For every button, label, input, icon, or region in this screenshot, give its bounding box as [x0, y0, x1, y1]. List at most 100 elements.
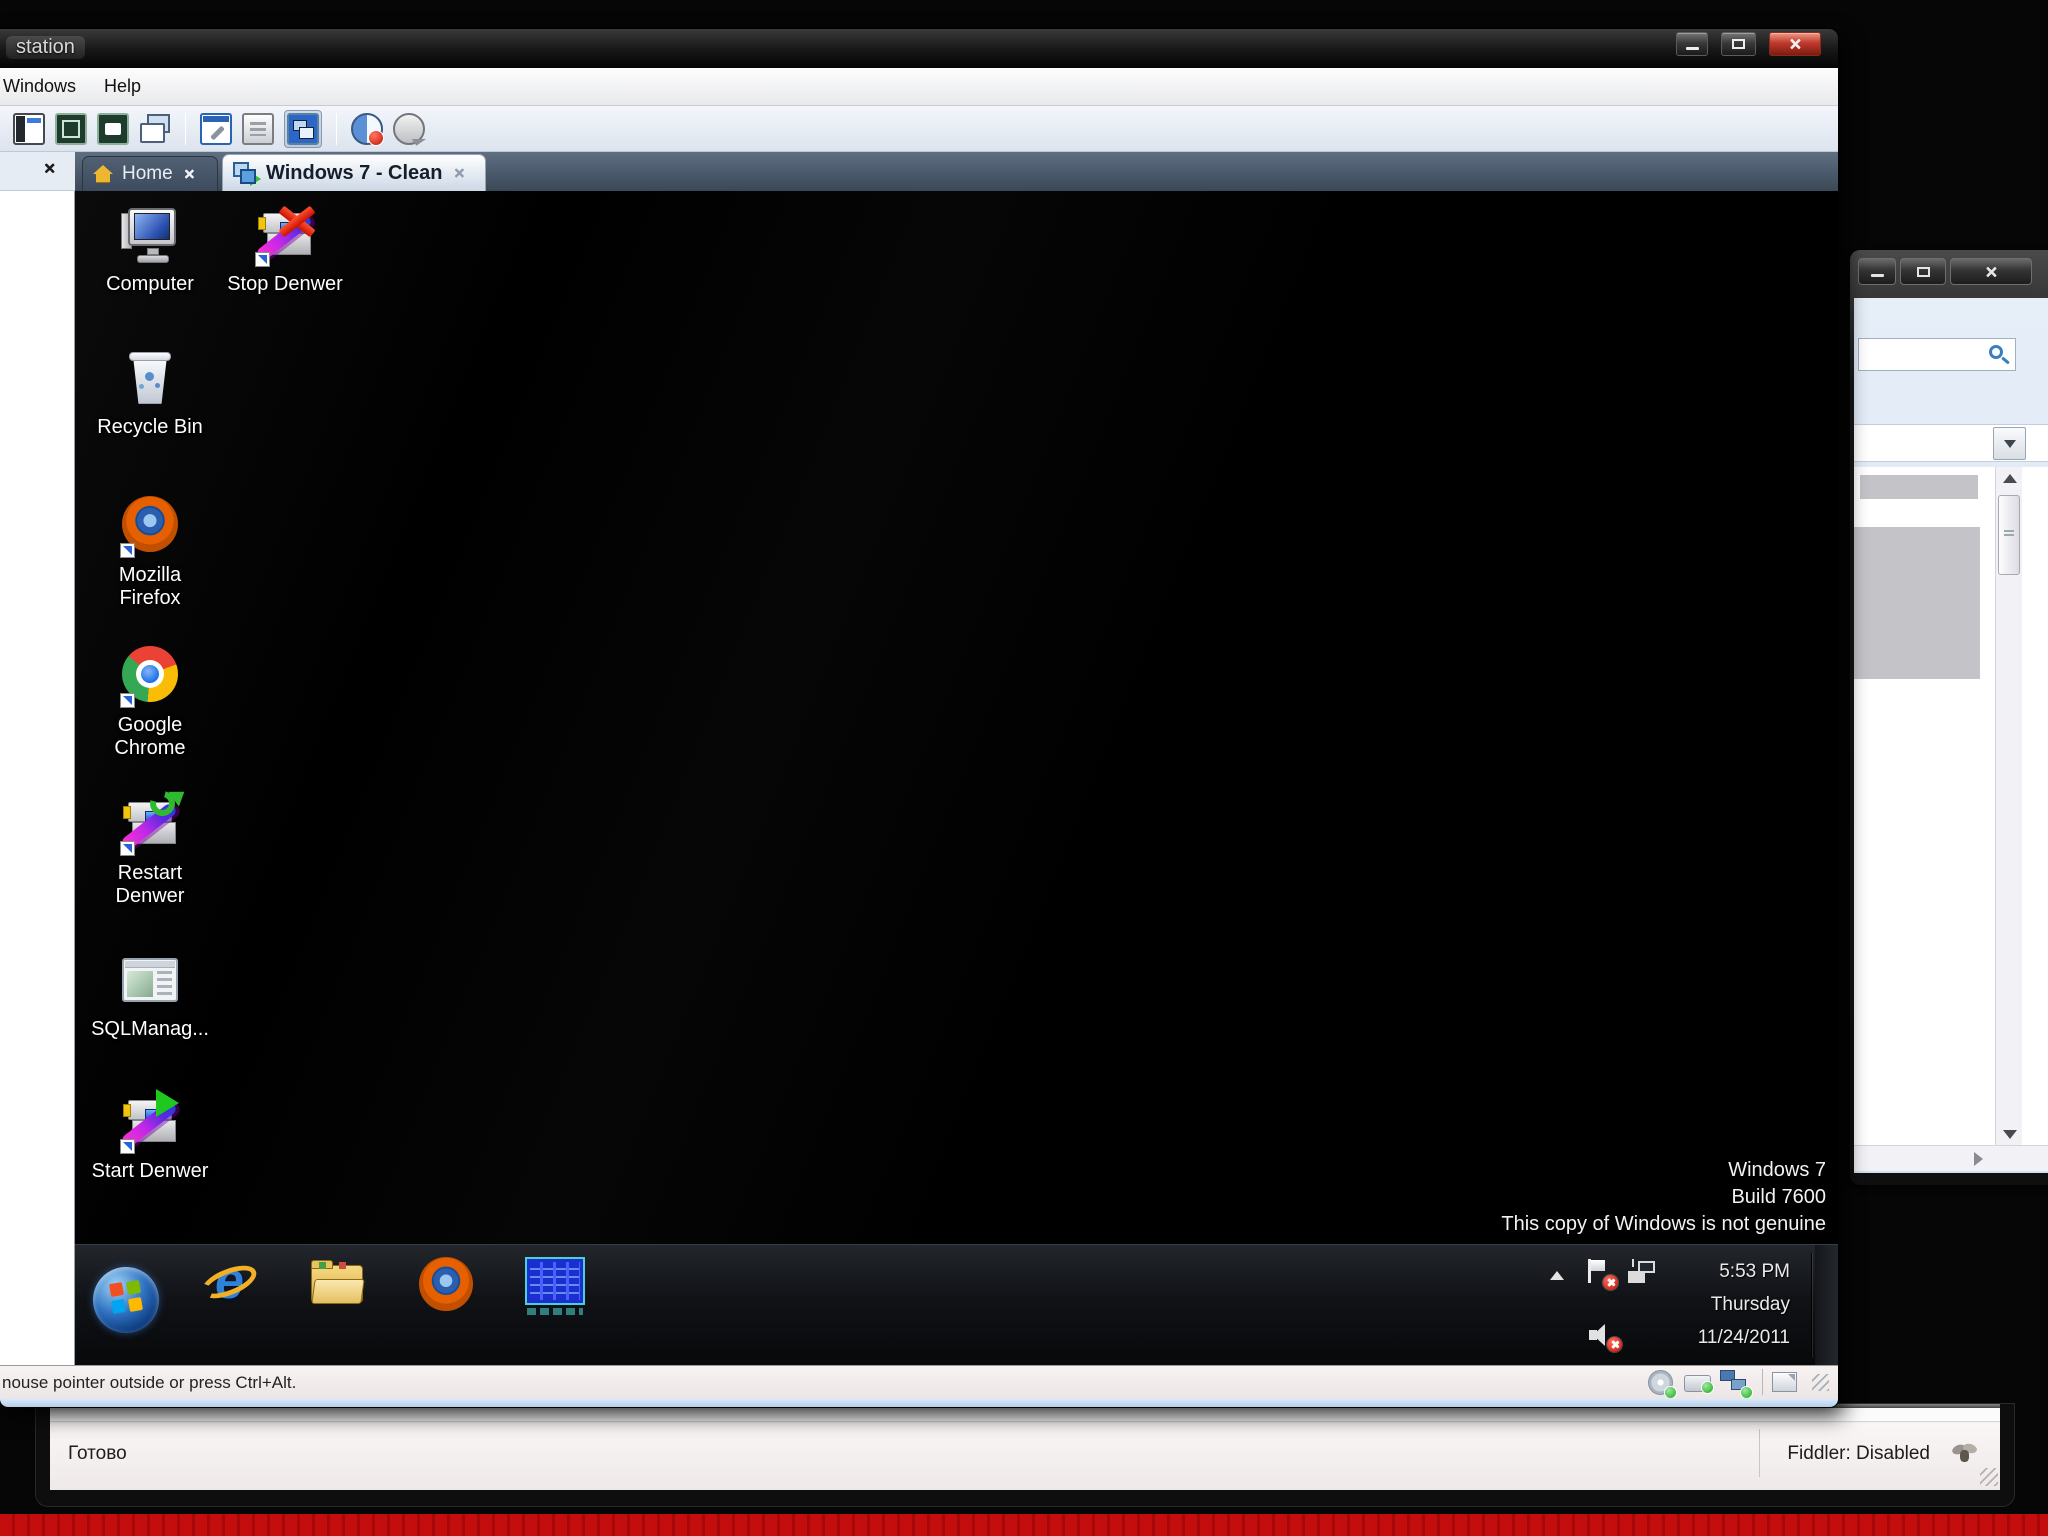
clock-time: 5:53 PM — [1698, 1255, 1790, 1288]
background-right-window[interactable] — [1850, 250, 2048, 1185]
window-body — [1854, 298, 2048, 1173]
firefox-taskbar-icon[interactable] — [419, 1257, 475, 1313]
manage-snapshots-icon[interactable] — [393, 113, 425, 145]
connected-badge-icon — [1665, 1387, 1676, 1398]
desktop-icon-restart-denwer[interactable]: Restart Denwer — [105, 794, 195, 908]
start-denwer-icon — [118, 1092, 182, 1156]
title-bar[interactable]: station — [0, 29, 1838, 68]
internet-explorer-icon[interactable]: e — [201, 1255, 257, 1311]
shortcut-arrow-icon — [120, 1139, 135, 1154]
minimize-button[interactable] — [1676, 32, 1708, 56]
show-desktop-button[interactable] — [1815, 1245, 1838, 1365]
unity-icon[interactable] — [139, 113, 171, 145]
resize-grip-icon[interactable] — [1980, 1468, 1998, 1486]
computer-icon — [118, 205, 182, 269]
shortcut-arrow-icon — [120, 693, 135, 708]
library-toggle-icon[interactable] — [13, 113, 45, 145]
desktop-icon-chrome[interactable]: Google Chrome — [105, 644, 195, 760]
desktop-icon-stop-denwer[interactable]: Stop Denwer — [223, 205, 347, 296]
power-options-icon[interactable] — [242, 113, 274, 145]
console-view-button[interactable] — [284, 110, 322, 148]
scrollbar-thumb[interactable] — [1998, 495, 2020, 575]
dropdown-button[interactable] — [1993, 427, 2026, 460]
status-divider — [1759, 1429, 1760, 1477]
connected-badge-icon — [1702, 1382, 1713, 1393]
genuine-line: This copy of Windows is not genuine — [1501, 1211, 1826, 1238]
close-panel-icon[interactable] — [43, 162, 58, 177]
maximize-button[interactable] — [1900, 258, 1946, 285]
genuine-notice: Windows 7 Build 7600 This copy of Window… — [1501, 1157, 1826, 1238]
screen: Готово Fiddler: Disabled — [0, 0, 2048, 1536]
close-icon — [1985, 265, 1998, 278]
restart-denwer-icon — [118, 794, 182, 858]
maximize-button[interactable] — [1721, 32, 1756, 56]
sql-manager-icon — [118, 950, 182, 1014]
desktop-icon-firefox[interactable]: Mozilla Firefox — [105, 494, 195, 610]
desktop-icon-label: Start Denwer — [80, 1160, 220, 1183]
fiddler-status-text[interactable]: Fiddler: Disabled — [1787, 1443, 1930, 1465]
fullscreen-icon[interactable] — [55, 113, 87, 145]
page-content — [1854, 467, 2048, 1145]
desktop-icon-label: Stop Denwer — [223, 273, 347, 296]
fit-guest-icon[interactable] — [97, 113, 129, 145]
desktop-icon-computer[interactable]: Computer — [95, 205, 205, 296]
muted-badge-icon — [1607, 1337, 1622, 1352]
tray-clock[interactable]: 5:53 PM Thursday 11/24/2011 — [1698, 1255, 1790, 1354]
dropdown-row[interactable] — [1854, 424, 2048, 462]
message-panel-icon[interactable] — [1772, 1372, 1797, 1392]
network-icon[interactable] — [1628, 1259, 1658, 1289]
take-snapshot-icon[interactable] — [351, 113, 383, 145]
hard-disk-icon[interactable] — [1684, 1370, 1711, 1392]
action-center-icon[interactable] — [1587, 1259, 1613, 1287]
library-panel — [0, 191, 75, 1365]
scroll-up-button[interactable] — [1996, 467, 2023, 489]
tab-home[interactable]: Home — [82, 156, 218, 191]
cd-drive-icon[interactable] — [1648, 1370, 1673, 1395]
tray-expand-icon[interactable] — [1550, 1271, 1564, 1280]
arrow-down-icon — [2003, 1130, 2017, 1139]
background-browser-window[interactable]: Готово Fiddler: Disabled — [36, 1404, 2014, 1506]
vm-console[interactable]: Computer Stop Denwer Recycle Bin Mozilla… — [75, 191, 1838, 1365]
close-tab-icon[interactable] — [183, 168, 194, 179]
vmware-status-bar: nouse pointer outside or press Ctrl+Alt. — [0, 1365, 1838, 1398]
vertical-scrollbar[interactable] — [1995, 467, 2022, 1145]
tab-strip: Home Windows 7 - Clean — [0, 152, 1838, 191]
search-icon[interactable] — [1989, 345, 2003, 359]
tab-windows7-clean[interactable]: Windows 7 - Clean — [222, 154, 486, 191]
desktop-icon-start-denwer[interactable]: Start Denwer — [80, 1092, 220, 1183]
menu-help[interactable]: Help — [90, 70, 155, 103]
maximize-icon — [1917, 267, 1930, 277]
maximize-icon — [1732, 39, 1745, 49]
desktop-icon-sql-manager[interactable]: SQLManag... — [85, 950, 215, 1041]
browser-status-bar: Готово Fiddler: Disabled — [50, 1423, 2000, 1490]
page-bottom-sliver — [50, 1408, 2000, 1422]
file-manager-icon[interactable] — [525, 1257, 581, 1313]
desktop-icon-recycle-bin[interactable]: Recycle Bin — [95, 348, 205, 439]
status-text: Готово — [68, 1443, 127, 1465]
desktop-icon-label: SQLManag... — [85, 1018, 215, 1041]
volume-muted-icon[interactable] — [1589, 1323, 1617, 1349]
network-adapter-icon[interactable] — [1720, 1370, 1748, 1394]
desktop-icon-label: Google Chrome — [105, 714, 195, 760]
firefox-icon — [118, 496, 182, 560]
close-tab-icon[interactable] — [453, 167, 464, 178]
menu-windows[interactable]: Windows — [0, 70, 90, 103]
chevron-down-icon — [2004, 440, 2016, 448]
tab-label: Home — [122, 163, 173, 185]
start-button[interactable] — [93, 1267, 159, 1333]
windows-explorer-icon[interactable] — [309, 1259, 365, 1315]
search-box[interactable] — [1858, 338, 2016, 371]
recycle-bin-icon — [118, 348, 182, 412]
search-input[interactable] — [1863, 342, 1983, 367]
vm-settings-icon[interactable] — [200, 113, 232, 145]
close-button[interactable] — [1950, 258, 2032, 285]
horizontal-scrollbar[interactable] — [1854, 1145, 2048, 1171]
library-panel-header — [0, 152, 75, 191]
arrow-up-icon — [2003, 474, 2017, 483]
resize-grip-icon[interactable] — [1812, 1374, 1829, 1391]
shortcut-arrow-icon — [120, 841, 135, 856]
minimize-button[interactable] — [1858, 258, 1896, 285]
scroll-down-button[interactable] — [1996, 1123, 2023, 1145]
fiddler-fly-icon[interactable] — [1950, 1441, 1980, 1465]
close-button[interactable] — [1769, 32, 1821, 56]
